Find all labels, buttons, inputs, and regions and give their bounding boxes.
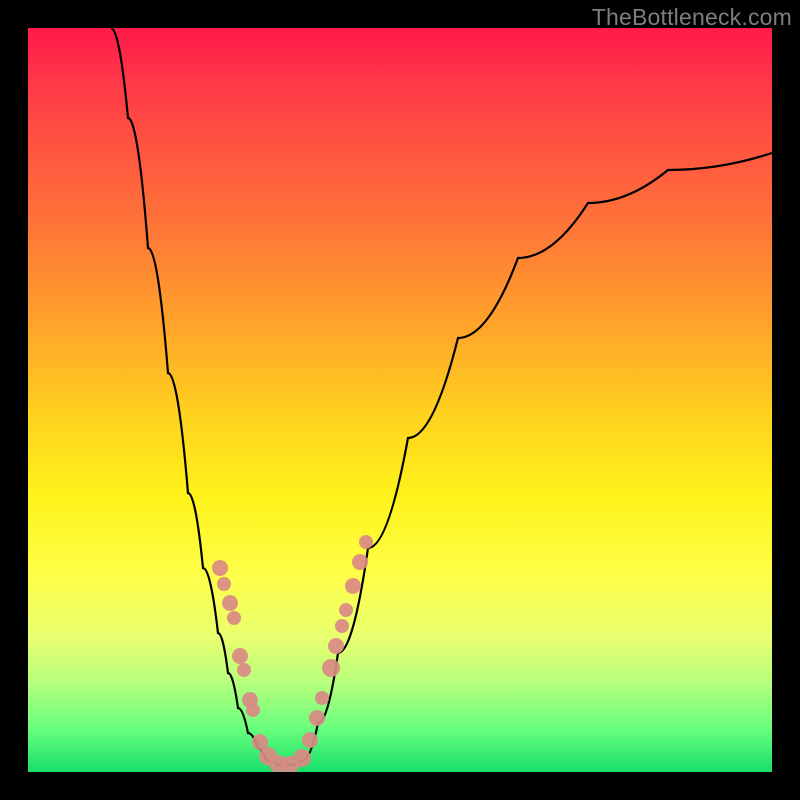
data-marker xyxy=(359,535,373,549)
data-marker xyxy=(345,578,361,594)
watermark-text: TheBottleneck.com xyxy=(592,4,792,31)
data-marker xyxy=(352,554,368,570)
data-marker xyxy=(328,638,344,654)
data-marker xyxy=(237,663,251,677)
data-marker xyxy=(212,560,228,576)
data-marker xyxy=(246,703,260,717)
data-marker xyxy=(232,648,248,664)
data-marker xyxy=(339,603,353,617)
curve-svg xyxy=(28,28,772,772)
data-marker xyxy=(335,619,349,633)
data-marker xyxy=(217,577,231,591)
data-marker xyxy=(293,749,311,767)
data-marker xyxy=(227,611,241,625)
markers-group xyxy=(212,535,373,772)
data-marker xyxy=(315,691,329,705)
outer-frame: TheBottleneck.com xyxy=(0,0,800,800)
data-marker xyxy=(322,659,340,677)
data-marker xyxy=(309,710,325,726)
plot-area xyxy=(28,28,772,772)
curve-right-arm xyxy=(303,153,772,760)
data-marker xyxy=(302,732,318,748)
data-marker xyxy=(222,595,238,611)
